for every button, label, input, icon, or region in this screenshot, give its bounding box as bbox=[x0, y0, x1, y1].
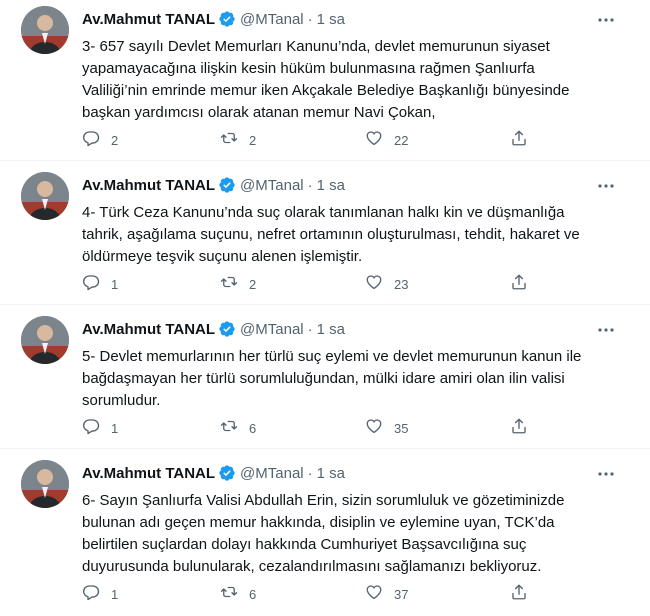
reply-count: 1 bbox=[111, 586, 119, 602]
retweet-button[interactable]: 2 bbox=[220, 274, 256, 294]
retweet-button[interactable]: 6 bbox=[220, 584, 256, 604]
retweet-count: 6 bbox=[249, 420, 257, 436]
timestamp[interactable]: 1 sa bbox=[317, 177, 345, 194]
tweet-divider bbox=[0, 304, 650, 305]
share-button[interactable] bbox=[510, 130, 528, 150]
avatar[interactable] bbox=[21, 172, 69, 220]
avatar[interactable] bbox=[21, 6, 69, 54]
tweet-text: 4- Türk Ceza Kanunu’nda suç olarak tanım… bbox=[82, 204, 580, 265]
author-name[interactable]: Av.Mahmut TANAL bbox=[82, 177, 215, 194]
avatar[interactable] bbox=[21, 316, 69, 364]
tweet-actions: 2 2 22 bbox=[82, 130, 542, 150]
like-button[interactable]: 37 bbox=[365, 584, 408, 604]
tweet-header: Av.Mahmut TANAL @MTanal · 1 sa bbox=[82, 175, 345, 195]
tweet-actions: 1 6 37 bbox=[82, 584, 542, 604]
reply-count: 1 bbox=[111, 276, 119, 292]
separator-dot: · bbox=[307, 320, 313, 338]
more-icon[interactable] bbox=[596, 322, 616, 338]
tweet-text: 3- 657 sayılı Devlet Memurları Kanunu’nd… bbox=[82, 38, 570, 121]
like-button[interactable]: 35 bbox=[365, 418, 408, 438]
author-name[interactable]: Av.Mahmut TANAL bbox=[82, 11, 215, 28]
more-icon[interactable] bbox=[596, 12, 616, 28]
author-handle[interactable]: @MTanal bbox=[240, 465, 304, 482]
avatar[interactable] bbox=[21, 460, 69, 508]
verified-badge-icon bbox=[218, 464, 236, 482]
retweet-button[interactable]: 6 bbox=[220, 418, 256, 438]
tweet-header: Av.Mahmut TANAL @MTanal · 1 sa bbox=[82, 463, 345, 483]
tweet[interactable]: Av.Mahmut TANAL @MTanal · 1 sa 6- Sayın … bbox=[0, 460, 650, 610]
tweet-text: 5- Devlet memurlarının her türlü suç eyl… bbox=[82, 348, 582, 409]
share-button[interactable] bbox=[510, 418, 528, 438]
more-icon[interactable] bbox=[596, 178, 616, 194]
like-count: 23 bbox=[394, 276, 409, 292]
verified-badge-icon bbox=[218, 320, 236, 338]
reply-icon bbox=[82, 583, 100, 606]
verified-badge-icon bbox=[218, 10, 236, 28]
reply-button[interactable]: 1 bbox=[82, 418, 118, 438]
share-icon bbox=[510, 129, 528, 152]
tweet-header: Av.Mahmut TANAL @MTanal · 1 sa bbox=[82, 319, 345, 339]
timestamp[interactable]: 1 sa bbox=[317, 321, 345, 338]
like-icon bbox=[365, 129, 383, 152]
like-icon bbox=[365, 583, 383, 606]
tweet-header: Av.Mahmut TANAL @MTanal · 1 sa bbox=[82, 9, 345, 29]
reply-button[interactable]: 1 bbox=[82, 274, 118, 294]
retweet-icon bbox=[220, 273, 238, 296]
separator-dot: · bbox=[307, 464, 313, 482]
like-count: 35 bbox=[394, 420, 409, 436]
timestamp[interactable]: 1 sa bbox=[317, 465, 345, 482]
share-icon bbox=[510, 273, 528, 296]
separator-dot: · bbox=[307, 176, 313, 194]
reply-button[interactable]: 2 bbox=[82, 130, 118, 150]
retweet-icon bbox=[220, 417, 238, 440]
retweet-count: 2 bbox=[249, 132, 257, 148]
author-name[interactable]: Av.Mahmut TANAL bbox=[82, 321, 215, 338]
verified-badge-icon bbox=[218, 176, 236, 194]
tweet[interactable]: Av.Mahmut TANAL @MTanal · 1 sa 5- Devlet… bbox=[0, 316, 650, 446]
reply-count: 2 bbox=[111, 132, 119, 148]
reply-icon bbox=[82, 129, 100, 152]
like-button[interactable]: 22 bbox=[365, 130, 408, 150]
retweet-icon bbox=[220, 583, 238, 606]
like-button[interactable]: 23 bbox=[365, 274, 408, 294]
author-name[interactable]: Av.Mahmut TANAL bbox=[82, 465, 215, 482]
share-icon bbox=[510, 417, 528, 440]
tweet-divider bbox=[0, 448, 650, 449]
reply-count: 1 bbox=[111, 420, 119, 436]
like-icon bbox=[365, 273, 383, 296]
like-icon bbox=[365, 417, 383, 440]
author-handle[interactable]: @MTanal bbox=[240, 11, 304, 28]
like-count: 37 bbox=[394, 586, 409, 602]
retweet-icon bbox=[220, 129, 238, 152]
separator-dot: · bbox=[307, 10, 313, 28]
tweet-thread: Av.Mahmut TANAL @MTanal · 1 sa 3- 657 sa… bbox=[0, 0, 650, 616]
reply-icon bbox=[82, 417, 100, 440]
author-handle[interactable]: @MTanal bbox=[240, 321, 304, 338]
retweet-count: 6 bbox=[249, 586, 257, 602]
tweet[interactable]: Av.Mahmut TANAL @MTanal · 1 sa 3- 657 sa… bbox=[0, 6, 650, 156]
more-icon[interactable] bbox=[596, 466, 616, 482]
share-button[interactable] bbox=[510, 274, 528, 294]
share-icon bbox=[510, 583, 528, 606]
tweet-actions: 1 6 35 bbox=[82, 418, 542, 438]
retweet-count: 2 bbox=[249, 276, 257, 292]
like-count: 22 bbox=[394, 132, 409, 148]
timestamp[interactable]: 1 sa bbox=[317, 11, 345, 28]
author-handle[interactable]: @MTanal bbox=[240, 177, 304, 194]
retweet-button[interactable]: 2 bbox=[220, 130, 256, 150]
reply-icon bbox=[82, 273, 100, 296]
tweet-text: 6- Sayın Şanlıurfa Valisi Abdullah Erin,… bbox=[82, 492, 565, 575]
share-button[interactable] bbox=[510, 584, 528, 604]
tweet[interactable]: Av.Mahmut TANAL @MTanal · 1 sa 4- Türk C… bbox=[0, 172, 650, 302]
tweet-divider bbox=[0, 160, 650, 161]
reply-button[interactable]: 1 bbox=[82, 584, 118, 604]
tweet-actions: 1 2 23 bbox=[82, 274, 542, 294]
